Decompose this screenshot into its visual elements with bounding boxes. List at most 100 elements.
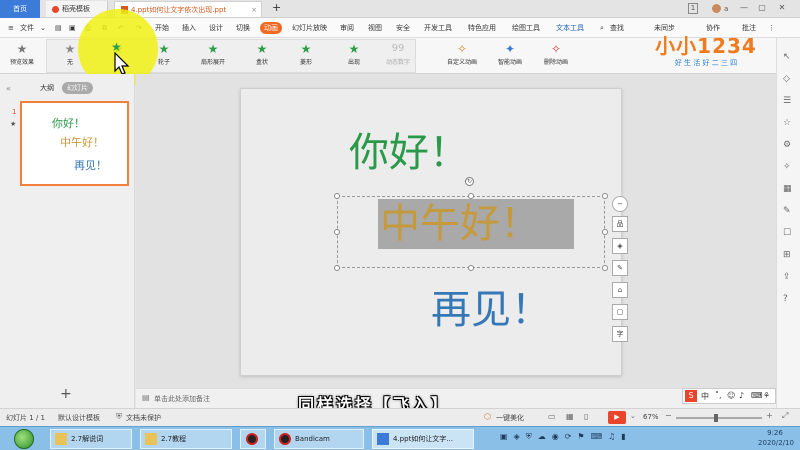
resize-handle-br[interactable] [602,265,608,271]
tray-flag-icon[interactable]: ⚑ [577,432,590,441]
resize-handle-tm[interactable] [468,193,474,199]
menu-features[interactable]: 特色应用 [468,22,496,34]
rotate-handle[interactable]: ↻ [465,177,474,186]
close-tab-icon[interactable]: × [251,2,257,17]
file-dropdown-icon[interactable]: ⌄ [40,22,46,34]
table-icon[interactable]: ⊞ [783,250,791,260]
clock-time[interactable]: 9:26 [760,429,790,437]
effect-box[interactable]: ★ 盒状 [244,40,280,72]
maximize-icon[interactable]: ▢ [756,2,768,14]
minimize-icon[interactable]: — [738,2,750,14]
start-button[interactable] [14,429,34,449]
custom-animation-button[interactable]: ✧ 自定义动画 [440,40,484,72]
tray-update-icon[interactable]: ⟳ [565,432,578,441]
menu-text-tools[interactable]: 文本工具 [556,22,584,34]
zoom-dropdown-icon[interactable]: ⌄ [630,412,636,420]
beautify-button[interactable]: 一键美化 [496,413,524,423]
menu-transition[interactable]: 切换 [236,22,250,34]
normal-view-icon[interactable]: ▭ [548,412,556,421]
more-icon[interactable]: ⋮ [768,22,775,34]
tray-cloud-icon[interactable]: ☁ [538,432,552,441]
slide-text-goodbye[interactable]: 再见！ [431,287,551,333]
taskbar-item-tutorial[interactable]: 2.7教程 [140,429,232,449]
skin-icon[interactable]: ⚘ [763,391,770,400]
tray-volume-icon[interactable]: ♫ [608,432,621,441]
menu-security[interactable]: 安全 [396,22,410,34]
effect-dynamic-number[interactable]: 99 动态数字 [380,40,416,72]
tray-network-icon[interactable]: ▣ [500,432,514,441]
tray-battery-icon[interactable]: ▮ [621,432,631,441]
comment-panel-icon[interactable]: ☐ [783,228,791,238]
pen-icon[interactable]: ✎ [612,260,628,276]
fit-window-icon[interactable]: ⤢ [782,411,788,421]
taskbar-item-bandicam[interactable]: Bandicam [274,429,364,449]
star-panel-icon[interactable]: ☆ [783,118,791,128]
comment-button[interactable]: 批注 [742,22,756,34]
resize-handle-ml[interactable] [334,229,340,235]
new-tab-button[interactable]: + [266,1,280,17]
play-slideshow-button[interactable]: ▶ [608,411,626,424]
smart-animation-button[interactable]: ✦ 智能动画 [488,40,532,72]
sorter-view-icon[interactable]: ▦ [566,412,574,421]
edit-icon[interactable]: ✎ [783,206,791,216]
share-icon[interactable]: ⇪ [783,272,791,282]
hamburger-icon[interactable]: ≡ [8,22,14,34]
open-icon[interactable]: ▤ [55,22,62,34]
taskbar-item-recorder[interactable] [240,429,266,449]
sogou-logo-icon[interactable]: S [685,390,697,402]
preview-effect-button[interactable]: ★ 预览效果 [4,40,40,72]
taskbar-item-wps[interactable]: 4.ppt如何让文字... [372,429,474,449]
zoom-out-icon[interactable]: − [665,411,672,420]
notes-bar[interactable]: ▤ 单击此处添加备注 [136,388,776,408]
sliders-icon[interactable]: ⚙ [783,140,791,150]
tray-chat-icon[interactable]: ◉ [552,432,565,441]
sync-status[interactable]: 未同步 [654,22,675,34]
help-icon[interactable]: ? [783,294,788,304]
close-icon[interactable]: ✕ [776,2,788,14]
voice-icon[interactable]: ♪ [739,391,744,400]
menu-file[interactable]: 文件 [20,22,34,34]
grid-icon[interactable]: ▦ [783,184,792,194]
reading-view-icon[interactable]: ▯ [584,412,588,421]
properties-icon[interactable]: ☰ [783,96,791,106]
input-mode-icon[interactable]: 中 [701,391,709,402]
emoji-icon[interactable]: ☺ [727,391,735,400]
search-icon[interactable]: ⌕ [600,22,604,34]
zoom-level[interactable]: 67% [643,413,659,421]
clock-date[interactable]: 2020/2/10 [756,439,796,447]
add-slide-button[interactable]: + [60,386,72,402]
menu-animation[interactable]: 动画 [260,22,282,34]
taskbar-item-script[interactable]: 2.7解说词 [50,429,132,449]
punctuation-icon[interactable]: ˚, [715,391,722,400]
text-style-icon[interactable]: 字 [612,326,628,342]
effect-diamond[interactable]: ★ 菱形 [288,40,324,72]
outline-icon[interactable]: ▢ [612,304,628,320]
menu-review[interactable]: 审阅 [340,22,354,34]
menu-slideshow[interactable]: 幻灯片放映 [292,22,327,34]
text-box-selection[interactable] [337,196,605,268]
menu-devtools[interactable]: 开发工具 [424,22,452,34]
layers-icon[interactable]: ◈ [612,238,628,254]
zoom-in-icon[interactable]: + [766,411,773,420]
zoom-slider-thumb[interactable] [714,414,718,422]
resize-handle-tl[interactable] [334,193,340,199]
collapse-panel-icon[interactable]: « [6,84,11,93]
animation-panel-icon[interactable]: ✧ [783,162,791,172]
layout-icon[interactable]: 品 [612,216,628,232]
cursor-tool-icon[interactable]: ↖ [783,52,791,62]
tab-outline[interactable]: 大纲 [40,83,54,93]
avatar[interactable] [712,4,721,13]
slide-text-hello[interactable]: 你好！ [349,130,469,176]
tray-keyboard-icon[interactable]: ⌨ [591,432,609,441]
menu-design[interactable]: 设计 [209,22,223,34]
menu-view[interactable]: 视图 [368,22,382,34]
save-icon[interactable]: ▣ [69,22,76,34]
protect-status[interactable]: 文档未保护 [126,413,161,423]
collapse-tools-icon[interactable]: − [612,196,628,212]
delete-animation-button[interactable]: ✧ 删除动画 [536,40,576,72]
zoom-slider[interactable] [676,414,762,422]
menu-drawing-tools[interactable]: 绘图工具 [512,22,540,34]
fill-icon[interactable]: ⌂ [612,282,628,298]
resize-handle-bm[interactable] [468,265,474,271]
theme-name[interactable]: 默认设计模板 [58,413,100,423]
